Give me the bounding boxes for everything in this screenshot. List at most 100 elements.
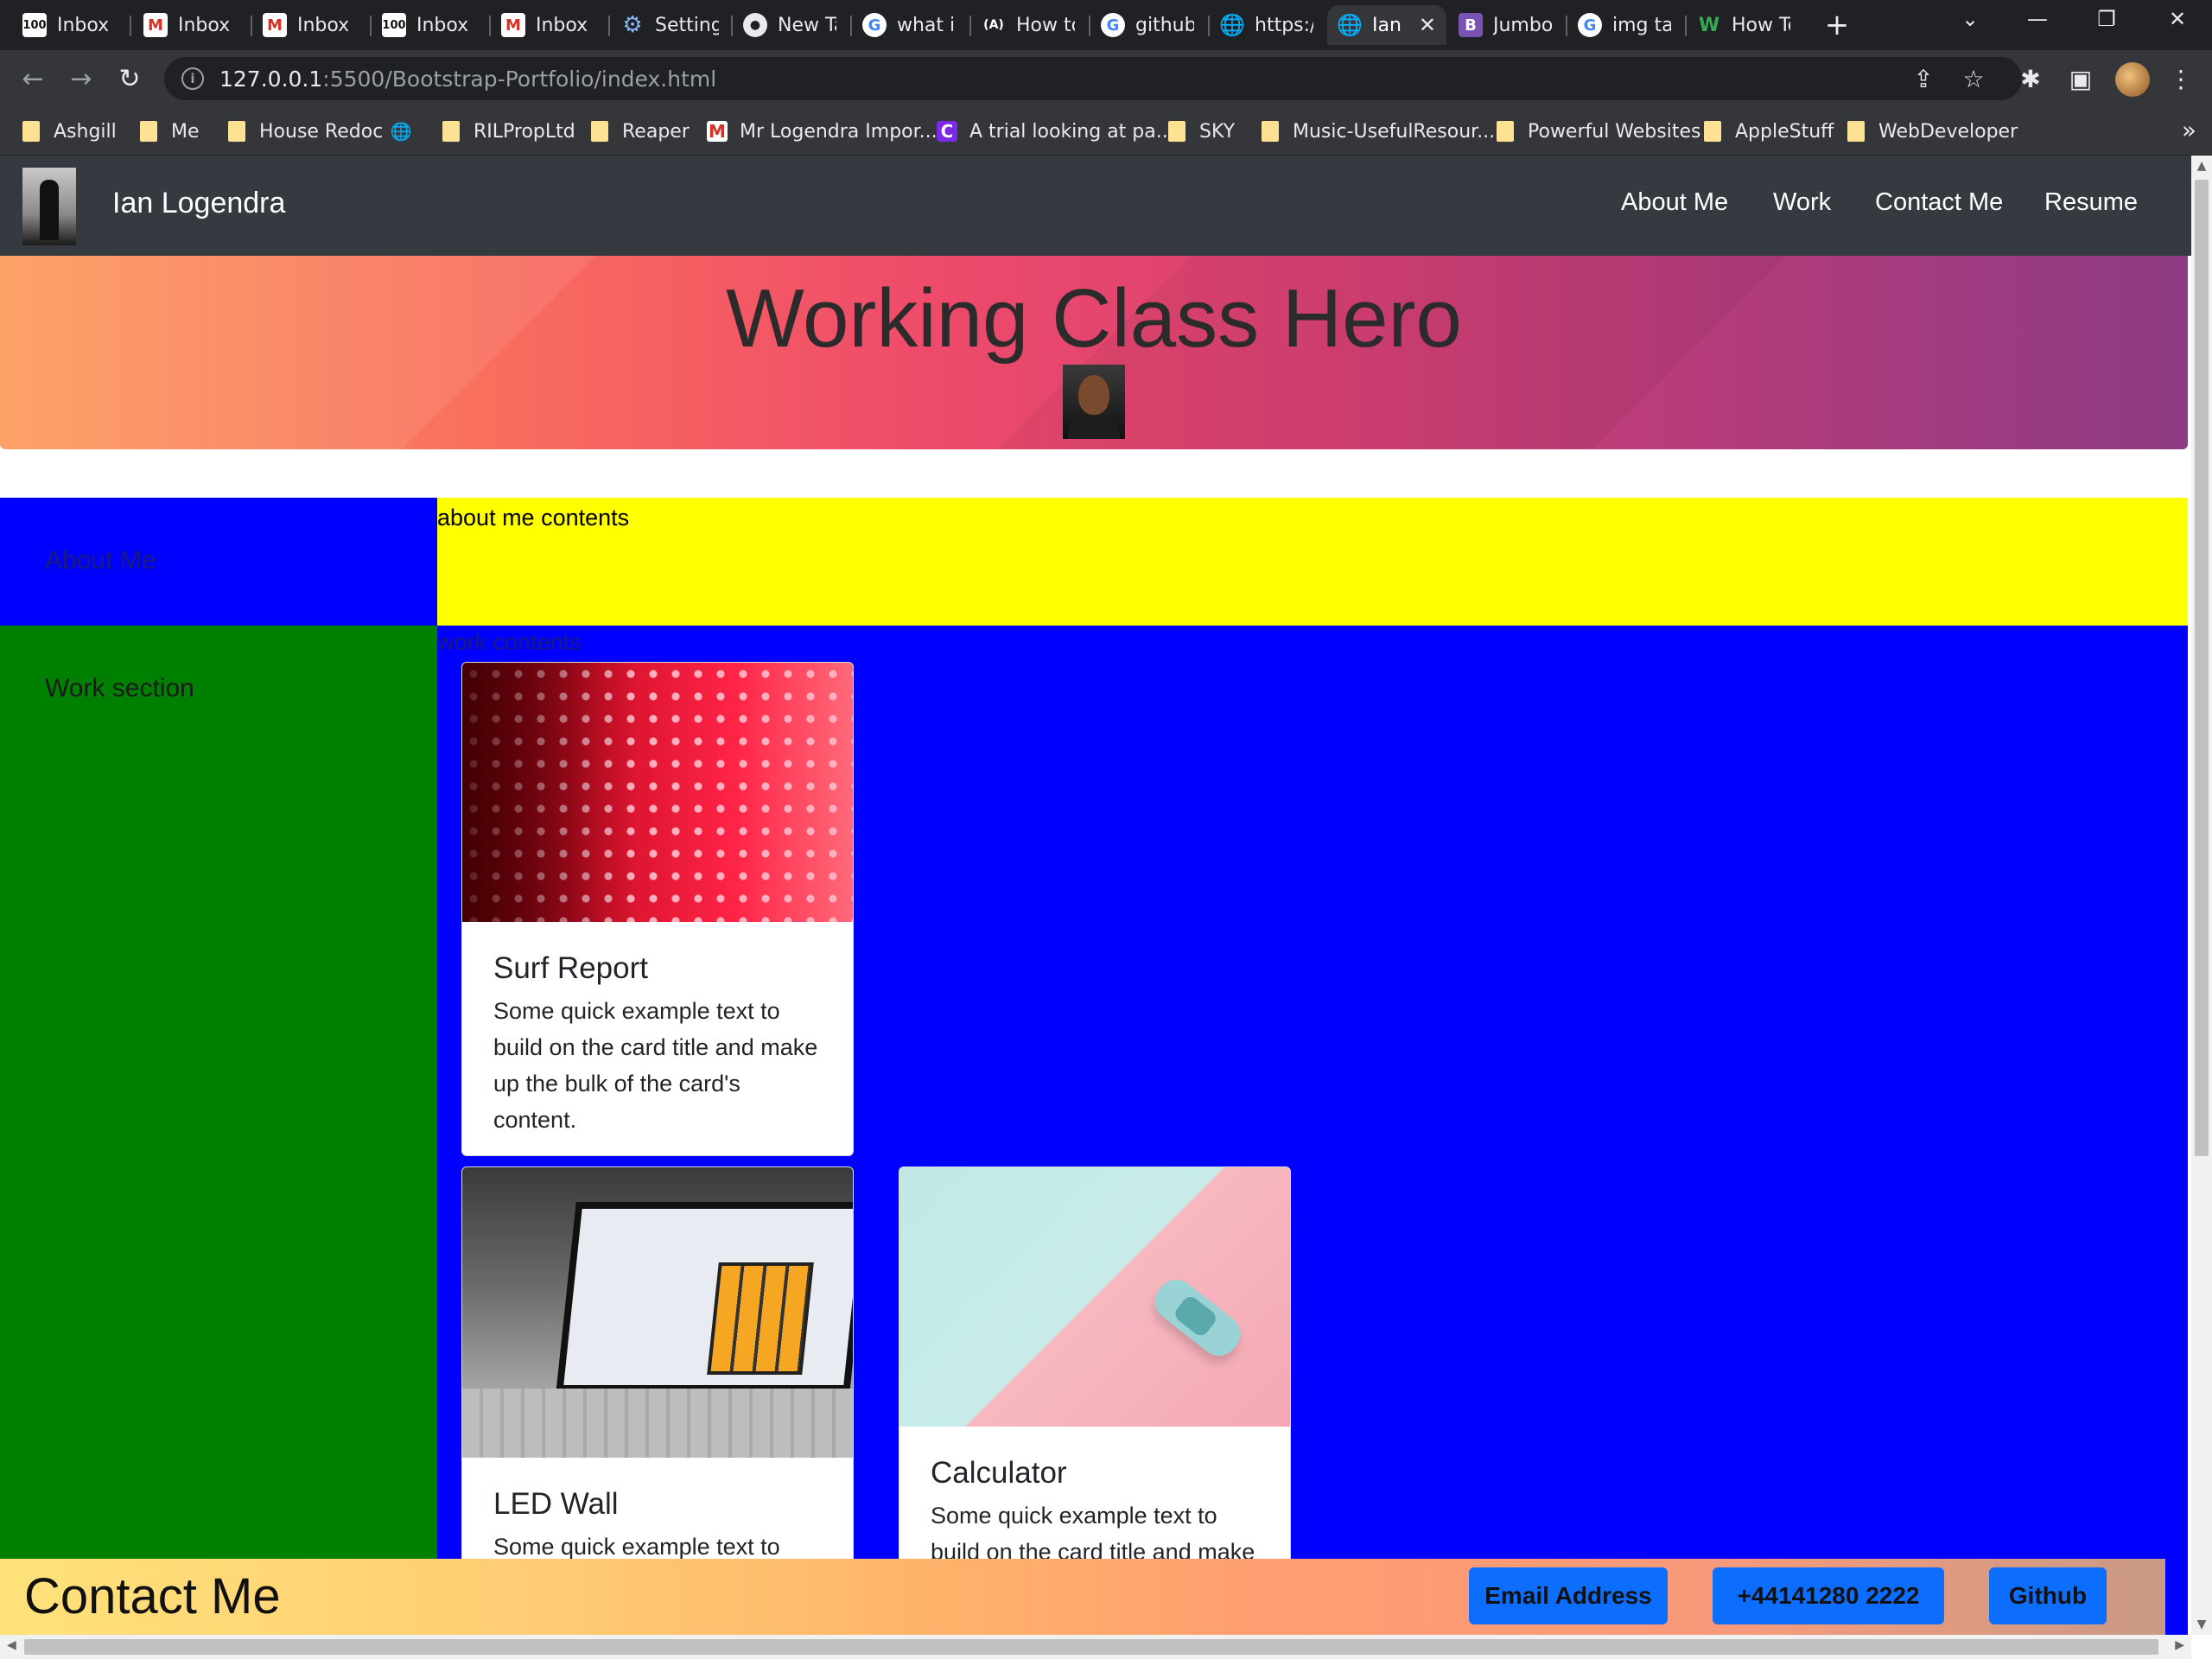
browser-tab[interactable]: 100 Inbox ( (12, 5, 126, 45)
nav-work[interactable]: Work (1773, 188, 1831, 217)
brand-logo[interactable] (22, 168, 76, 245)
work-heading: Work section (45, 674, 194, 702)
address-bar[interactable]: i 127.0.0.1:5500/Bootstrap-Portfolio/ind… (164, 57, 2022, 100)
nav-resume[interactable]: Resume (2044, 188, 2138, 217)
profile-avatar[interactable] (2115, 62, 2150, 97)
scroll-down-icon[interactable]: ▼ (2191, 1618, 2212, 1631)
tab-search-icon[interactable]: ⌄ (1953, 7, 1987, 31)
vertical-scrollbar[interactable]: ▲ ▼ (2191, 156, 2212, 1635)
share-icon[interactable]: ⇪ (1904, 60, 1942, 99)
minimize-icon[interactable]: — (2020, 7, 2055, 31)
browser-tab[interactable]: ● New Ta (733, 5, 847, 45)
tab-label: github (1135, 14, 1194, 36)
card-title: LED Wall (493, 1487, 619, 1521)
browser-tab[interactable]: M Inbox ( (133, 5, 247, 45)
chrome-icon: ● (743, 13, 767, 37)
bookmark-item[interactable]: Music-UsefulResour... (1262, 118, 1495, 145)
browser-tab[interactable]: M Inbox ( (252, 5, 366, 45)
browser-tab[interactable]: (A) How to (971, 5, 1085, 45)
nav-contact-me[interactable]: Contact Me (1875, 188, 2003, 217)
browser-tab[interactable]: G github (1090, 5, 1205, 45)
project-card[interactable]: Surf Report Some quick example text to b… (461, 662, 854, 1156)
more-bookmarks-icon[interactable]: » (2182, 116, 2196, 144)
bookmark-item[interactable]: AppleStuff (1704, 118, 1834, 145)
phone-button[interactable]: +44141280 2222 (1713, 1567, 1944, 1624)
reload-icon[interactable]: ↻ (112, 62, 147, 97)
folder-icon (591, 121, 608, 142)
google-icon: G (1101, 13, 1125, 37)
tab-label: Ian (1372, 14, 1402, 36)
restore-icon[interactable]: ❐ (2089, 7, 2124, 31)
browser-toolbar: ← → ↻ i 127.0.0.1:5500/Bootstrap-Portfol… (0, 50, 2212, 107)
bookmark-item[interactable]: Reaper (591, 118, 690, 145)
folder-icon (22, 121, 40, 142)
w-icon: W (1698, 14, 1720, 36)
hundred-icon: 100 (22, 13, 47, 37)
browser-tab[interactable]: W How To (1687, 5, 1801, 45)
bookmark-label: Me (171, 120, 200, 143)
bookmark-item[interactable]: WebDeveloper (1847, 118, 2018, 145)
scroll-up-icon[interactable]: ▲ (2191, 159, 2212, 173)
site-info-icon[interactable]: i (181, 67, 204, 90)
contact-footer: Contact Me Email Address +44141280 2222 … (0, 1559, 2165, 1635)
browser-tab[interactable]: 100 Inbox ( (372, 5, 486, 45)
new-tab-button[interactable]: + (1821, 10, 1853, 41)
browser-tab-active[interactable]: 🌐 Ian ✕ (1327, 5, 1446, 45)
site-navbar: Ian Logendra About Me Work Contact Me Re… (0, 156, 2191, 256)
back-icon[interactable]: ← (16, 62, 50, 97)
bookmark-label: Reaper (622, 120, 690, 143)
about-heading: About Me (45, 546, 156, 575)
bookmark-item[interactable]: M Mr Logendra Impor... (707, 118, 938, 145)
about-text: about me contents (437, 505, 630, 531)
tab-label: img tag (1612, 14, 1671, 36)
about-section-sidebar: About Me (0, 498, 437, 626)
bookmark-star-icon[interactable]: ☆ (1955, 60, 1993, 99)
horizontal-scrollbar[interactable]: ◀ ▶ (0, 1635, 2191, 1659)
side-panel-icon[interactable]: ▣ (2062, 60, 2100, 99)
bookmark-item[interactable]: Powerful Websites (1497, 118, 1700, 145)
gmail-icon: M (501, 13, 525, 37)
scrollbar-thumb[interactable] (24, 1639, 2158, 1655)
github-button[interactable]: Github (1989, 1567, 2107, 1624)
bookmark-item[interactable]: Ashgill (22, 118, 117, 145)
nav-about-me[interactable]: About Me (1621, 188, 1728, 217)
bookmark-item[interactable]: SKY (1168, 118, 1235, 145)
close-tab-icon[interactable]: ✕ (1419, 13, 1436, 37)
folder-icon (1262, 121, 1279, 142)
bookmark-item[interactable]: Me (140, 118, 200, 145)
canva-icon: C (937, 121, 957, 142)
extensions-icon[interactable]: ✱ (2012, 60, 2050, 99)
bookmark-label: Mr Logendra Impor... (740, 120, 938, 143)
folder-icon (1847, 121, 1865, 142)
browser-tab[interactable]: 🌐 https:// (1210, 5, 1324, 45)
bookmark-item[interactable]: 🌐 (391, 118, 423, 145)
forward-icon[interactable]: → (64, 62, 99, 97)
browser-tab[interactable]: ⚙ Setting (610, 5, 729, 45)
folder-icon (1704, 121, 1721, 142)
browser-tab[interactable]: G what is (852, 5, 966, 45)
scroll-left-icon[interactable]: ◀ (7, 1638, 16, 1652)
url-host: 127.0.0.1 (219, 66, 323, 92)
close-window-icon[interactable]: ✕ (2160, 7, 2195, 31)
bookmark-item[interactable]: RILPropLtd (442, 118, 575, 145)
browser-tab[interactable]: M Inbox ( (491, 5, 605, 45)
email-button[interactable]: Email Address (1469, 1567, 1668, 1624)
tab-label: Inbox ( (536, 14, 594, 36)
angular-icon: (A) (983, 18, 1004, 32)
browser-tab-strip: 100 Inbox ( M Inbox ( M Inbox ( 100 Inbo… (0, 0, 2212, 50)
gmail-icon: M (143, 13, 168, 37)
tab-label: Jumbot (1493, 14, 1552, 36)
scroll-right-icon[interactable]: ▶ (2175, 1638, 2184, 1652)
brand-name[interactable]: Ian Logendra (112, 187, 285, 220)
globe-icon: 🌐 (1219, 13, 1245, 37)
bookmark-label: SKY (1199, 120, 1236, 143)
browser-tab[interactable]: G img tag (1567, 5, 1681, 45)
bookmark-item[interactable]: House Redoc (228, 118, 383, 145)
browser-tab[interactable]: B Jumbot (1448, 5, 1562, 45)
google-icon: G (862, 13, 887, 37)
hero-title: Working Class Hero (726, 272, 1462, 365)
menu-icon[interactable]: ⋮ (2162, 60, 2200, 99)
scrollbar-thumb[interactable] (2195, 180, 2209, 1156)
bookmark-label: WebDeveloper (1878, 120, 2018, 143)
bookmark-item[interactable]: C A trial looking at pa... (937, 118, 1174, 145)
